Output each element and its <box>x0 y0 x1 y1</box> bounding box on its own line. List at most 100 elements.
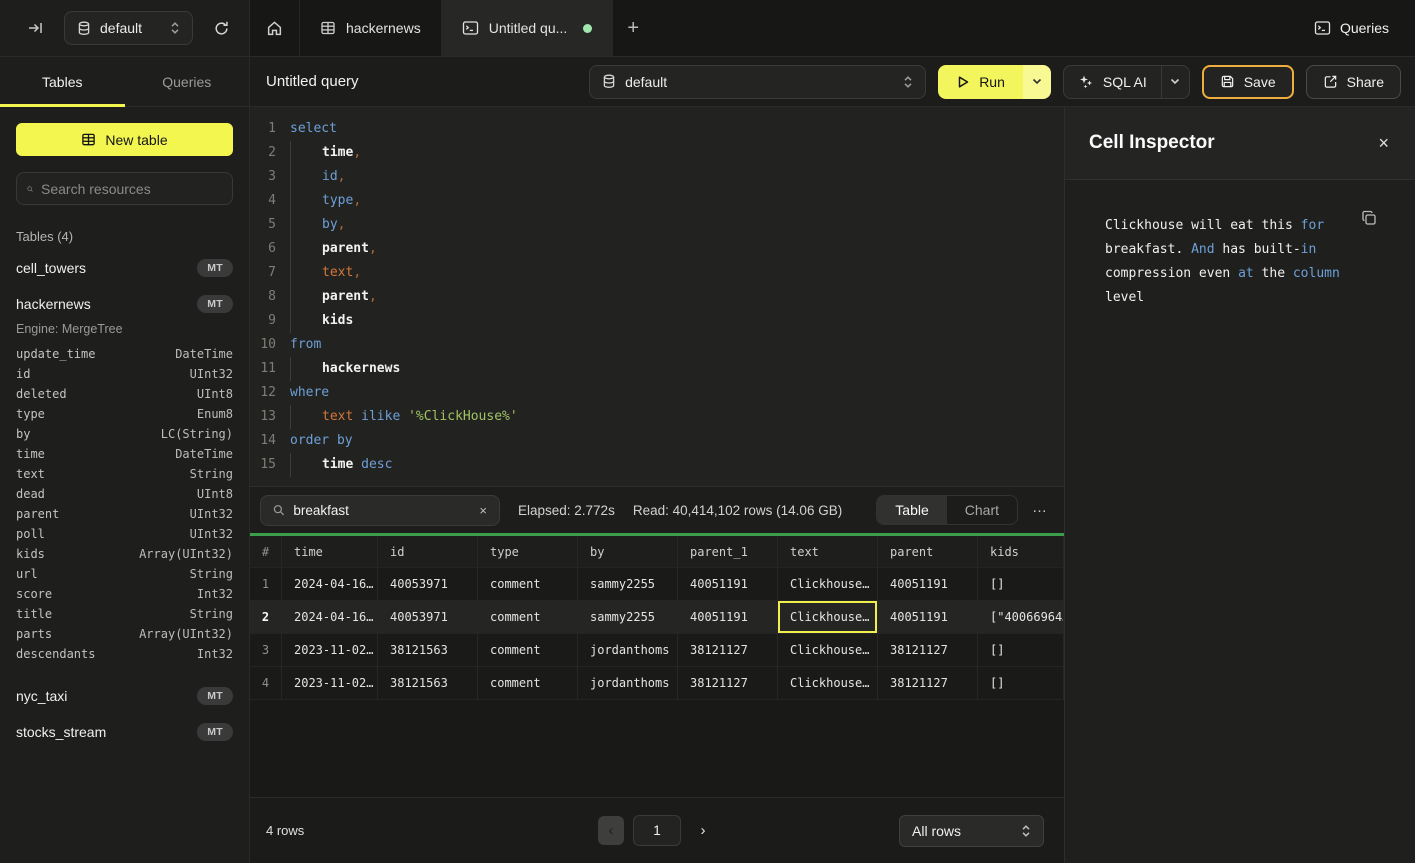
table-cell[interactable]: 2023-11-02… <box>282 634 378 667</box>
table-cell[interactable]: 38121127 <box>878 667 978 700</box>
query-workspace: 1 select 2 time, 3 id, 4 type, 5 by, 6 p… <box>250 107 1065 863</box>
table-cell[interactable]: 38121127 <box>878 634 978 667</box>
query-database-selector[interactable]: default <box>589 65 926 99</box>
queries-link[interactable]: Queries <box>1288 0 1415 56</box>
editor-line-7[interactable]: 7 text, <box>250 261 1064 285</box>
column-header-parent[interactable]: parent <box>878 536 978 568</box>
table-cell[interactable]: sammy2255 <box>578 568 678 601</box>
table-cell[interactable]: 1 <box>250 568 282 601</box>
refresh-button[interactable] <box>207 14 235 42</box>
editor-line-6[interactable]: 6 parent, <box>250 237 1064 261</box>
editor-line-3[interactable]: 3 id, <box>250 165 1064 189</box>
table-cell[interactable]: Clickhouse… <box>778 568 878 601</box>
column-header-type[interactable]: type <box>478 536 578 568</box>
run-button[interactable]: Run <box>938 65 1023 99</box>
previous-page-button[interactable]: ‹ <box>598 816 624 845</box>
new-table-button[interactable]: New table <box>16 123 233 156</box>
sidebar-tab-tables[interactable]: Tables <box>0 57 125 106</box>
sql-ai-options-button[interactable] <box>1161 66 1189 98</box>
run-options-button[interactable] <box>1023 65 1051 99</box>
table-cell[interactable]: [] <box>978 568 1064 601</box>
database-selector[interactable]: default <box>64 11 193 45</box>
table-cell[interactable]: 40051191 <box>678 568 778 601</box>
close-inspector-button[interactable]: × <box>1378 133 1389 154</box>
editor-line-15[interactable]: 15 time desc <box>250 453 1064 477</box>
table-cell[interactable]: ["40066964… <box>978 601 1064 634</box>
table-cell[interactable]: 2 <box>250 601 282 634</box>
editor-line-11[interactable]: 11 hackernews <box>250 357 1064 381</box>
table-cell[interactable]: 40053971 <box>378 568 478 601</box>
editor-line-13[interactable]: 13 text ilike '%ClickHouse%' <box>250 405 1064 429</box>
new-tab-button[interactable]: + <box>613 0 653 56</box>
table-cell[interactable]: 2023-11-02… <box>282 667 378 700</box>
column-header-by[interactable]: by <box>578 536 678 568</box>
table-cell[interactable]: [] <box>978 634 1064 667</box>
table-cell[interactable]: Clickhouse… <box>778 601 878 634</box>
table-cell[interactable]: 40051191 <box>678 601 778 634</box>
sql-ai-button[interactable]: SQL AI <box>1064 74 1161 90</box>
sidebar-table-nyc_taxi[interactable]: nyc_taxi MT <box>16 678 233 714</box>
sidebar-table-stocks_stream[interactable]: stocks_stream MT <box>16 714 233 750</box>
tab-untitled-query[interactable]: Untitled qu... <box>442 0 614 56</box>
table-cell[interactable]: 2024-04-16… <box>282 568 378 601</box>
column-type: String <box>190 604 233 624</box>
copy-cell-button[interactable] <box>1361 210 1377 226</box>
editor-line-2[interactable]: 2 time, <box>250 141 1064 165</box>
table-cell[interactable]: 38121563 <box>378 667 478 700</box>
sql-editor[interactable]: 1 select 2 time, 3 id, 4 type, 5 by, 6 p… <box>250 107 1064 487</box>
table-cell[interactable]: 38121127 <box>678 634 778 667</box>
column-header-#[interactable]: # <box>250 536 282 568</box>
table-cell[interactable]: 40051191 <box>878 568 978 601</box>
view-toggle-table[interactable]: Table <box>877 496 946 524</box>
sidebar-tab-queries[interactable]: Queries <box>125 57 250 106</box>
tab-home[interactable] <box>250 0 300 56</box>
search-resources-input[interactable] <box>41 181 222 197</box>
table-cell[interactable]: Clickhouse… <box>778 667 878 700</box>
editor-line-10[interactable]: 10 from <box>250 333 1064 357</box>
table-cell[interactable]: 4 <box>250 667 282 700</box>
share-button[interactable]: Share <box>1306 65 1401 99</box>
editor-line-12[interactable]: 12 where <box>250 381 1064 405</box>
table-cell[interactable]: comment <box>478 667 578 700</box>
next-page-button[interactable]: › <box>690 816 716 845</box>
save-button[interactable]: Save <box>1202 65 1294 99</box>
column-header-kids[interactable]: kids <box>978 536 1064 568</box>
editor-line-4[interactable]: 4 type, <box>250 189 1064 213</box>
sidebar-table-cell_towers[interactable]: cell_towers MT <box>16 250 233 286</box>
table-cell[interactable]: [] <box>978 667 1064 700</box>
table-cell[interactable]: comment <box>478 634 578 667</box>
column-header-id[interactable]: id <box>378 536 478 568</box>
editor-line-1[interactable]: 1 select <box>250 117 1064 141</box>
collapse-sidebar-button[interactable] <box>22 14 50 42</box>
editor-line-5[interactable]: 5 by, <box>250 213 1064 237</box>
results-search-input[interactable] <box>293 503 470 518</box>
tab-hackernews[interactable]: hackernews <box>300 0 442 56</box>
table-cell[interactable]: Clickhouse… <box>778 634 878 667</box>
table-column: deadUInt8 <box>16 484 233 504</box>
page-size-select[interactable]: All rows <box>899 815 1044 847</box>
table-cell[interactable]: 38121127 <box>678 667 778 700</box>
table-cell[interactable]: jordanthoms <box>578 667 678 700</box>
table-cell[interactable]: jordanthoms <box>578 634 678 667</box>
table-cell[interactable]: 38121563 <box>378 634 478 667</box>
table-cell[interactable]: 40051191 <box>878 601 978 634</box>
editor-line-14[interactable]: 14 order by <box>250 429 1064 453</box>
more-options-button[interactable]: … <box>1032 499 1052 522</box>
view-toggle-chart[interactable]: Chart <box>947 496 1017 524</box>
column-header-parent_1[interactable]: parent_1 <box>678 536 778 568</box>
editor-line-9[interactable]: 9 kids <box>250 309 1064 333</box>
column-header-time[interactable]: time <box>282 536 378 568</box>
sidebar-table-hackernews[interactable]: hackernews MT <box>16 286 233 322</box>
table-cell[interactable]: 40053971 <box>378 601 478 634</box>
table-cell[interactable]: comment <box>478 601 578 634</box>
table-cell[interactable]: 2024-04-16… <box>282 601 378 634</box>
table-cell[interactable]: sammy2255 <box>578 601 678 634</box>
column-type: DateTime <box>175 344 233 364</box>
page-number-input[interactable] <box>633 815 681 846</box>
editor-line-8[interactable]: 8 parent, <box>250 285 1064 309</box>
table-cell[interactable]: 3 <box>250 634 282 667</box>
table-cell[interactable]: comment <box>478 568 578 601</box>
clear-search-icon[interactable]: × <box>479 503 487 518</box>
column-header-text[interactable]: text <box>778 536 878 568</box>
cell-inspector-body: Clickhouse will eat this forbreakfast. A… <box>1065 180 1415 310</box>
